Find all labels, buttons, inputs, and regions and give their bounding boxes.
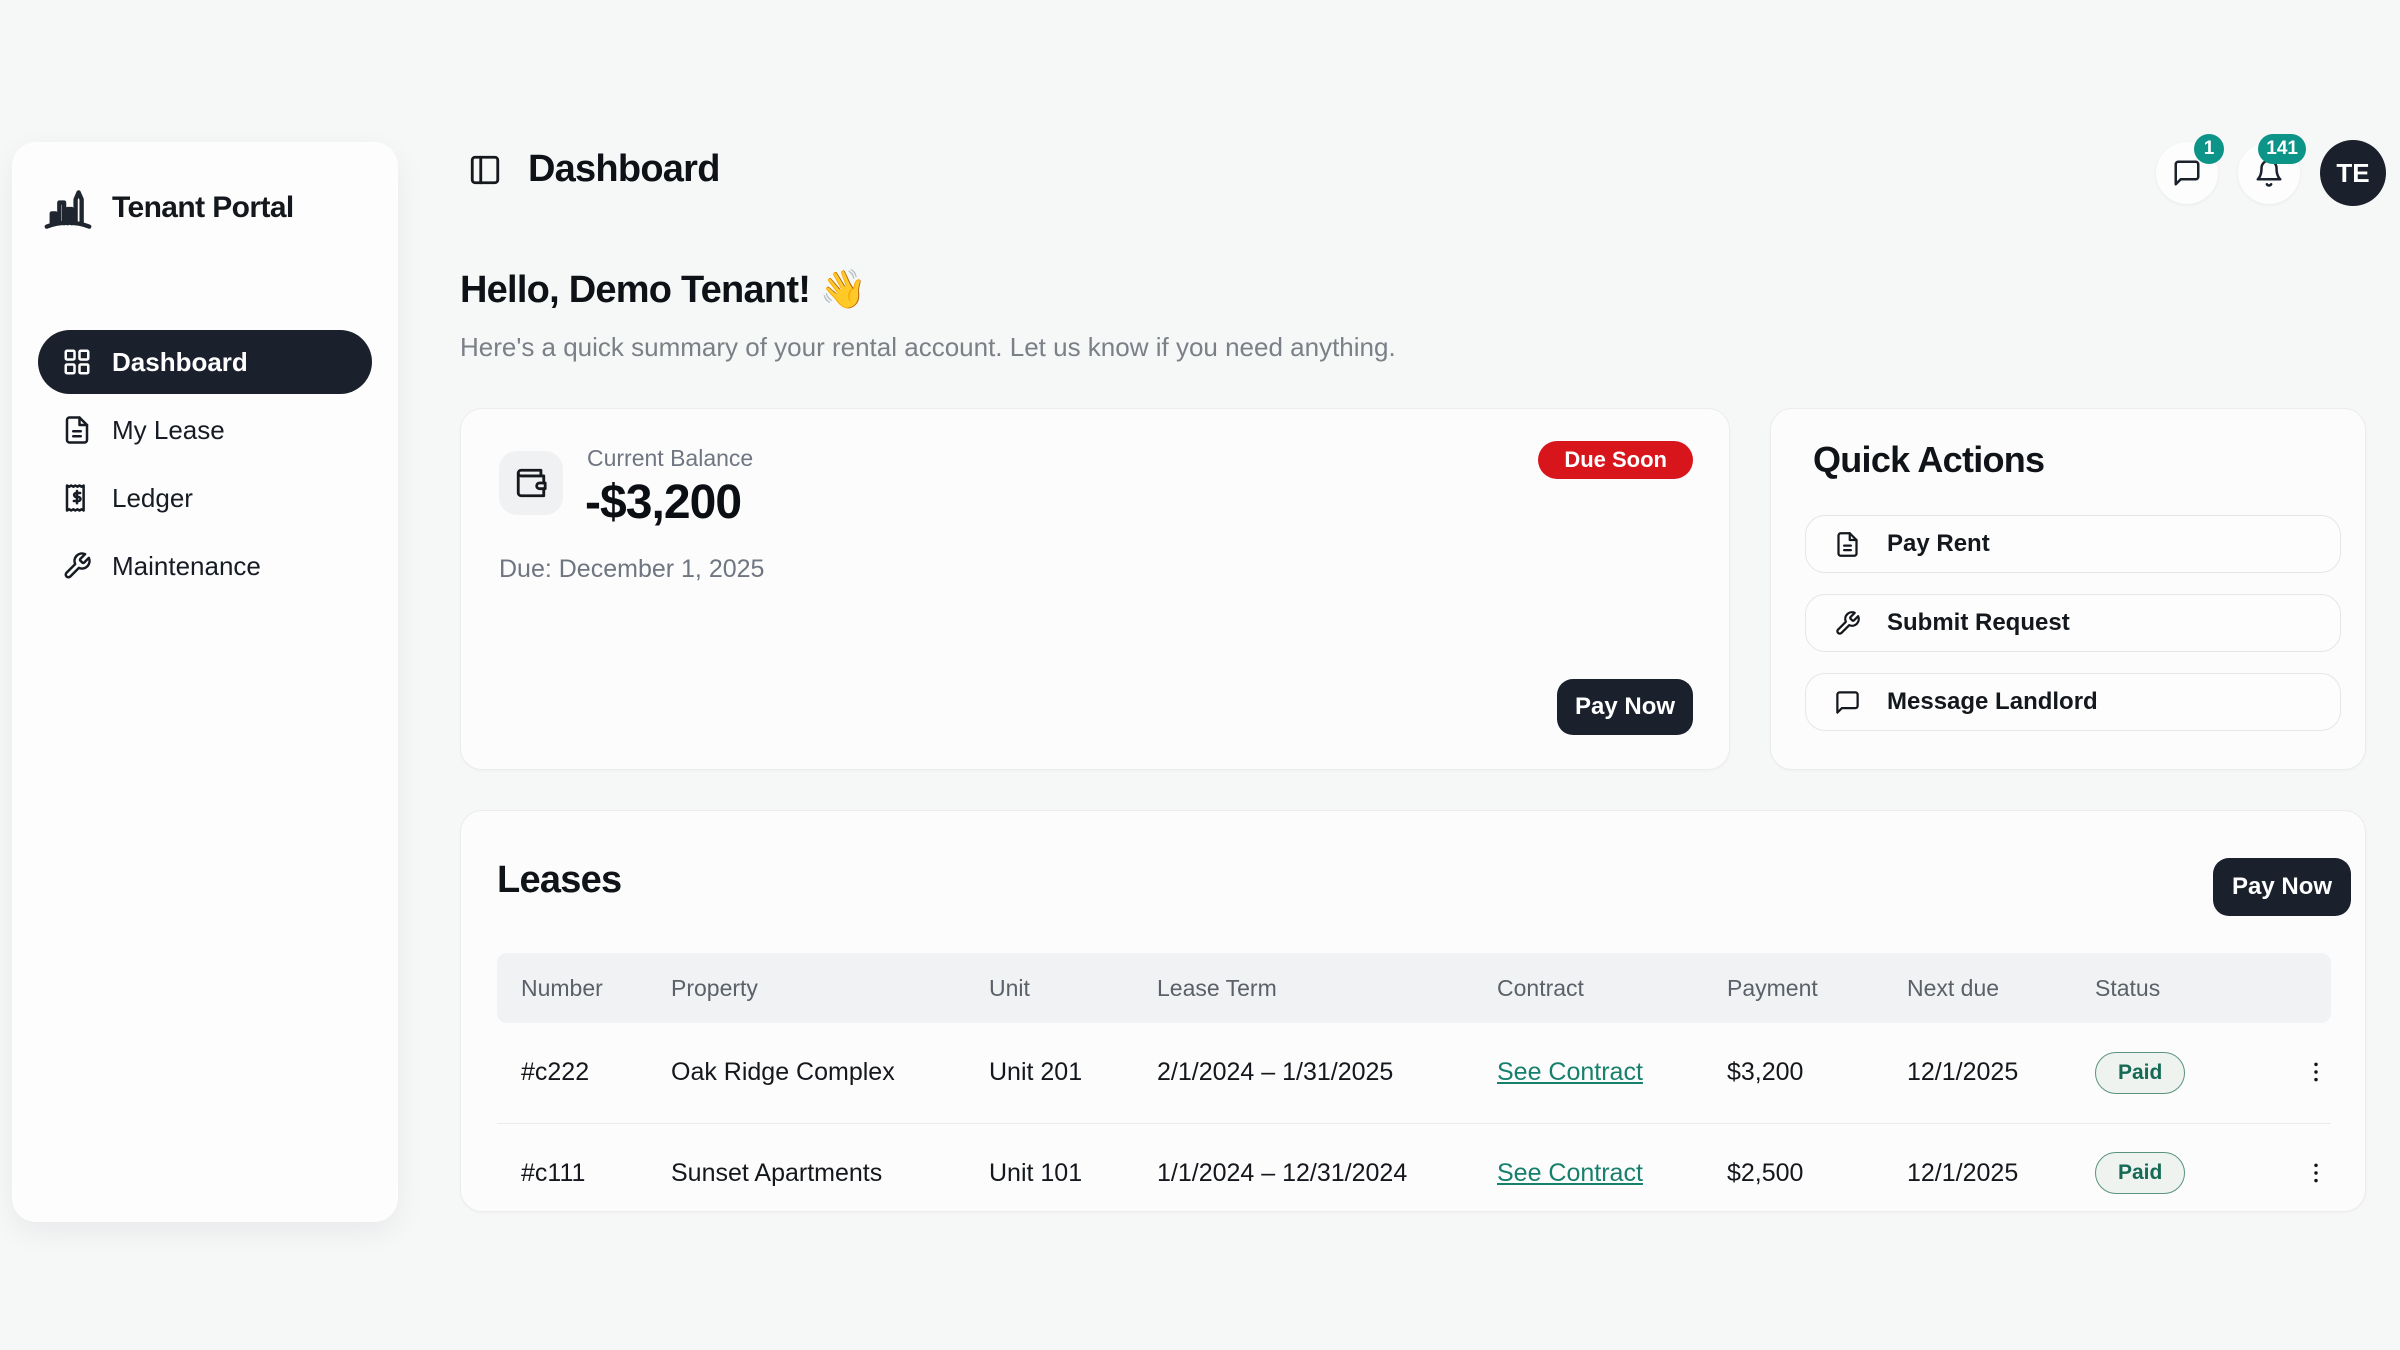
leases-card: Leases Pay Now Number Property Unit Leas… <box>460 810 2366 1212</box>
lease-next-due: 12/1/2025 <box>1883 1123 2071 1212</box>
sidebar-item-label: My Lease <box>112 415 225 446</box>
table-row: #c222 Oak Ridge Complex Unit 201 2/1/202… <box>497 1023 2331 1123</box>
buildings-logo-icon <box>42 182 94 234</box>
balance-card: Current Balance -$3,200 Due Soon Due: De… <box>460 408 1730 770</box>
table-row: #c111 Sunset Apartments Unit 101 1/1/202… <box>497 1123 2331 1212</box>
dashboard-grid-icon <box>62 347 92 377</box>
col-lease-term: Lease Term <box>1133 953 1473 1023</box>
app-title: Tenant Portal <box>112 191 294 225</box>
receipt-icon <box>62 483 92 513</box>
balance-label: Current Balance <box>587 445 753 472</box>
lease-term: 1/1/2024 – 12/31/2024 <box>1133 1123 1473 1212</box>
status-badge: Paid <box>2095 1152 2185 1194</box>
sidebar-item-label: Dashboard <box>112 347 248 378</box>
col-unit: Unit <box>965 953 1133 1023</box>
col-payment: Payment <box>1703 953 1883 1023</box>
see-contract-link[interactable]: See Contract <box>1497 1159 1643 1187</box>
sidebar-item-ledger[interactable]: Ledger <box>38 466 372 530</box>
lease-payment: $2,500 <box>1703 1123 1883 1212</box>
file-text-icon <box>62 415 92 445</box>
quick-actions-list: Pay Rent Submit Request Message Landlord <box>1805 515 2341 731</box>
sidebar-item-label: Ledger <box>112 483 193 514</box>
lease-property: Sunset Apartments <box>647 1123 965 1212</box>
due-soon-badge: Due Soon <box>1538 441 1693 479</box>
pay-rent-button[interactable]: Pay Rent <box>1805 515 2341 573</box>
sidebar-item-dashboard[interactable]: Dashboard <box>38 330 372 394</box>
more-vertical-icon <box>2303 1059 2329 1085</box>
file-text-icon <box>1834 531 1861 558</box>
sidebar-item-maintenance[interactable]: Maintenance <box>38 534 372 598</box>
greeting-title: Hello, Demo Tenant! 👋 <box>460 268 1396 312</box>
col-actions <box>2273 953 2331 1023</box>
col-property: Property <box>647 953 965 1023</box>
chat-bubble-icon <box>1834 689 1861 716</box>
leases-table: Number Property Unit Lease Term Contract… <box>497 953 2331 1212</box>
balance-amount: -$3,200 <box>585 475 741 530</box>
chat-bubble-icon <box>2172 158 2202 188</box>
greeting: Hello, Demo Tenant! 👋 Here's a quick sum… <box>460 268 1396 363</box>
lease-number: #c111 <box>497 1123 647 1212</box>
leases-title: Leases <box>497 859 621 902</box>
lease-number: #c222 <box>497 1023 647 1123</box>
sidebar-item-label: Maintenance <box>112 551 261 582</box>
messages-button[interactable]: 1 <box>2156 142 2218 204</box>
action-label: Pay Rent <box>1887 530 1990 558</box>
quick-actions-title: Quick Actions <box>1813 439 2044 481</box>
wrench-icon <box>1834 610 1861 637</box>
greeting-subtitle: Here's a quick summary of your rental ac… <box>460 332 1396 363</box>
lease-unit: Unit 101 <box>965 1123 1133 1212</box>
notifications-button[interactable]: 141 <box>2238 142 2300 204</box>
submit-request-button[interactable]: Submit Request <box>1805 594 2341 652</box>
row-menu-button[interactable] <box>2297 1053 2335 1091</box>
messages-count-badge: 1 <box>2194 134 2224 164</box>
wave-emoji: 👋 <box>820 269 867 311</box>
panel-left-icon <box>468 153 502 187</box>
lease-next-due: 12/1/2025 <box>1883 1023 2071 1123</box>
avatar[interactable]: TE <box>2320 140 2386 206</box>
sidebar-nav: Dashboard My Lease Ledger <box>12 330 398 598</box>
col-status: Status <box>2071 953 2273 1023</box>
see-contract-link[interactable]: See Contract <box>1497 1058 1643 1086</box>
table-header: Number Property Unit Lease Term Contract… <box>497 953 2331 1023</box>
col-next-due: Next due <box>1883 953 2071 1023</box>
col-number: Number <box>497 953 647 1023</box>
action-label: Message Landlord <box>1887 688 2098 716</box>
lease-property: Oak Ridge Complex <box>647 1023 965 1123</box>
notifications-count-badge: 141 <box>2258 134 2306 164</box>
page-header: Dashboard <box>468 148 720 191</box>
col-contract: Contract <box>1473 953 1703 1023</box>
header-actions: 1 141 TE <box>2156 140 2386 206</box>
status-badge: Paid <box>2095 1052 2185 1094</box>
action-label: Submit Request <box>1887 609 2070 637</box>
lease-unit: Unit 201 <box>965 1023 1133 1123</box>
due-date: Due: December 1, 2025 <box>499 555 764 584</box>
lease-term: 2/1/2024 – 1/31/2025 <box>1133 1023 1473 1123</box>
row-menu-button[interactable] <box>2297 1154 2335 1192</box>
wallet-icon <box>514 466 548 500</box>
sidebar-toggle-button[interactable] <box>468 152 504 188</box>
greeting-text: Hello, Demo Tenant! <box>460 269 810 311</box>
more-vertical-icon <box>2303 1160 2329 1186</box>
page-title: Dashboard <box>528 148 720 191</box>
quick-actions-card: Quick Actions Pay Rent Submit Request Me… <box>1770 408 2366 770</box>
wrench-icon <box>62 551 92 581</box>
leases-pay-now-button[interactable]: Pay Now <box>2213 858 2351 916</box>
brand: Tenant Portal <box>12 142 398 244</box>
sidebar: Tenant Portal Dashboard My Lease <box>12 142 398 1222</box>
lease-payment: $3,200 <box>1703 1023 1883 1123</box>
pay-now-button[interactable]: Pay Now <box>1557 679 1693 735</box>
sidebar-item-my-lease[interactable]: My Lease <box>38 398 372 462</box>
message-landlord-button[interactable]: Message Landlord <box>1805 673 2341 731</box>
wallet-icon-box <box>499 451 563 515</box>
